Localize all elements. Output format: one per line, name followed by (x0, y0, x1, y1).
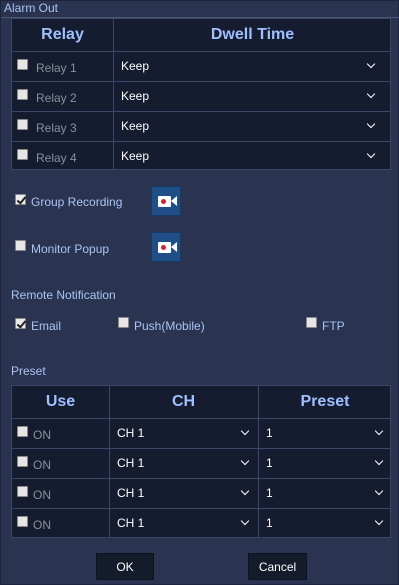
row-divider (12, 141, 390, 142)
column-divider (109, 386, 110, 537)
ftp-label: FTP (322, 319, 345, 333)
monitor-popup-camera-button[interactable] (151, 232, 181, 262)
preset-title: Preset (11, 364, 46, 378)
email-checkbox[interactable] (15, 318, 26, 329)
chevron-down-icon[interactable] (240, 486, 250, 496)
group-recording-checkbox[interactable] (15, 194, 26, 205)
window-title: Alarm Out (4, 1, 59, 15)
push-mobile-checkbox[interactable] (118, 317, 129, 328)
dwell-time-header: Dwell Time (210, 26, 295, 43)
chevron-down-icon[interactable] (374, 516, 384, 526)
relay-2-checkbox[interactable] (17, 89, 28, 100)
ok-button[interactable]: OK (96, 553, 154, 580)
chevron-down-icon[interactable] (240, 516, 250, 526)
row-divider (12, 508, 390, 509)
preset-4-use-label: ON (33, 518, 51, 532)
preset-4-ch-select[interactable]: CH 1 (117, 516, 144, 530)
column-divider (113, 19, 114, 169)
preset-4-use-checkbox[interactable] (17, 516, 28, 527)
preset-1-ch-select[interactable]: CH 1 (117, 426, 144, 440)
chevron-down-icon[interactable] (374, 426, 384, 436)
push-mobile-label: Push(Mobile) (134, 319, 205, 333)
preset-3-use-label: ON (33, 488, 51, 502)
preset-4-preset-select[interactable]: 1 (266, 516, 273, 530)
alarm-out-dialog: Alarm Out Relay Dwell Time Relay 1 Keep … (0, 0, 399, 585)
preset-2-use-checkbox[interactable] (17, 456, 28, 467)
chevron-down-icon[interactable] (374, 456, 384, 466)
preset-3-use-checkbox[interactable] (17, 486, 28, 497)
preset-3-preset-select[interactable]: 1 (266, 486, 273, 500)
relay-2-dwell-select[interactable]: Keep (121, 89, 149, 103)
use-header: Use (45, 393, 76, 410)
preset-2-use-label: ON (33, 458, 51, 472)
ftp-checkbox[interactable] (306, 317, 317, 328)
relay-header: Relay (41, 26, 84, 43)
monitor-popup-checkbox[interactable] (15, 240, 26, 251)
chevron-down-icon[interactable] (374, 486, 384, 496)
preset-2-preset-select[interactable]: 1 (266, 456, 273, 470)
column-divider (258, 386, 259, 537)
relay-2-label: Relay 2 (36, 91, 77, 105)
preset-header: Preset (300, 393, 350, 410)
preset-3-ch-select[interactable]: CH 1 (117, 486, 144, 500)
record-dot-icon (161, 199, 166, 204)
preset-1-use-checkbox[interactable] (17, 426, 28, 437)
row-divider (12, 418, 390, 419)
relay-4-dwell-select[interactable]: Keep (121, 149, 149, 163)
chevron-down-icon[interactable] (366, 59, 376, 69)
relay-4-checkbox[interactable] (17, 149, 28, 160)
relay-1-label: Relay 1 (36, 61, 77, 75)
ch-header: CH (171, 393, 196, 410)
chevron-down-icon[interactable] (240, 456, 250, 466)
group-recording-camera-button[interactable] (151, 186, 181, 216)
preset-1-preset-select[interactable]: 1 (266, 426, 273, 440)
record-dot-icon (161, 245, 166, 250)
relay-1-checkbox[interactable] (17, 59, 28, 70)
chevron-down-icon[interactable] (366, 119, 376, 129)
preset-1-use-label: ON (33, 428, 51, 442)
group-recording-label: Group Recording (31, 195, 123, 209)
preset-table: Use CH Preset ON CH 1 1 ON CH 1 1 ON CH … (11, 385, 391, 538)
relay-3-label: Relay 3 (36, 121, 77, 135)
row-divider (12, 51, 390, 52)
row-divider (12, 81, 390, 82)
email-label: Email (31, 319, 62, 333)
camera-icon (158, 196, 171, 207)
relay-3-dwell-select[interactable]: Keep (121, 119, 149, 133)
chevron-down-icon[interactable] (366, 89, 376, 99)
camera-icon (158, 242, 171, 253)
preset-2-ch-select[interactable]: CH 1 (117, 456, 144, 470)
row-divider (12, 478, 390, 479)
remote-notification-title: Remote Notification (11, 288, 116, 302)
row-divider (12, 111, 390, 112)
camera-lens-icon (171, 242, 177, 252)
row-divider (12, 448, 390, 449)
relay-table: Relay Dwell Time Relay 1 Keep Relay 2 Ke… (11, 18, 391, 170)
relay-4-label: Relay 4 (36, 151, 77, 165)
chevron-down-icon[interactable] (240, 426, 250, 436)
cancel-button[interactable]: Cancel (248, 553, 307, 580)
chevron-down-icon[interactable] (366, 149, 376, 159)
camera-lens-icon (171, 196, 177, 206)
relay-1-dwell-select[interactable]: Keep (121, 59, 149, 73)
relay-3-checkbox[interactable] (17, 119, 28, 130)
monitor-popup-label: Monitor Popup (31, 242, 110, 256)
